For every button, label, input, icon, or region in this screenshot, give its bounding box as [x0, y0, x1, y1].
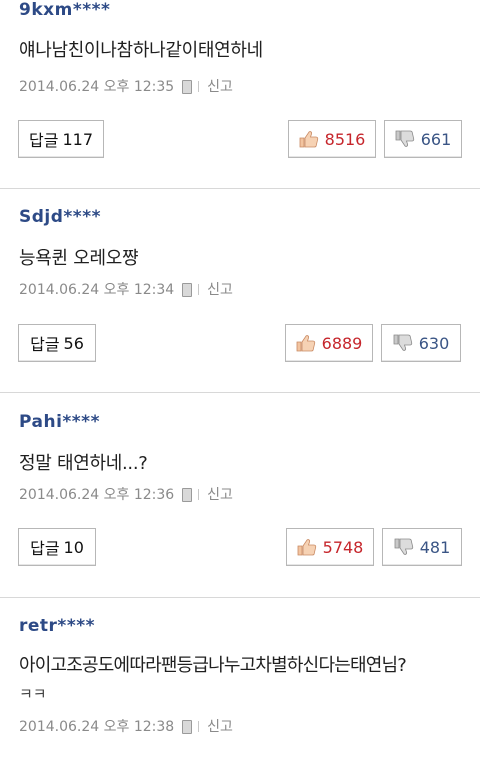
report-link[interactable]: 신고: [207, 76, 233, 96]
comment-body: 아이고조공도에따라팬등급나누고차별하신다는태연님?: [19, 655, 407, 676]
reply-label: 답글: [30, 539, 60, 558]
comment-divider: [0, 392, 480, 393]
reply-count: 10: [63, 537, 84, 557]
mobile-phone-icon: [182, 488, 193, 502]
comment-author[interactable]: Pahi****: [19, 412, 100, 432]
like-button[interactable]: 8516: [288, 120, 376, 158]
comment-date: 2014.06.24 오후 12:35: [19, 79, 175, 95]
comment-date: 2014.06.24 오후 12:38: [19, 719, 175, 735]
comment-divider: [0, 188, 480, 189]
thumbs-up-icon: [299, 131, 318, 148]
comment-author[interactable]: retr****: [19, 616, 95, 636]
like-button[interactable]: 5748: [286, 528, 374, 566]
thumbs-down-icon: [394, 538, 413, 555]
mobile-phone-icon: [182, 283, 193, 297]
dislike-button[interactable]: 630: [381, 324, 461, 362]
report-link[interactable]: 신고: [207, 279, 233, 299]
comment-body: 얘나남친이나참하나같이태연하네: [19, 40, 263, 61]
meta-divider: [198, 488, 200, 500]
like-count: 8516: [324, 129, 366, 149]
meta-divider: [198, 283, 200, 295]
report-link[interactable]: 신고: [207, 716, 233, 736]
reply-count: 56: [63, 333, 84, 353]
meta-divider: [198, 720, 200, 732]
comment-body-line-2: ㅋㅋ: [19, 685, 47, 703]
reply-label: 답글: [29, 131, 59, 150]
thumbs-down-icon: [393, 334, 412, 351]
comment-body: 정말 태연하네...?: [19, 453, 148, 474]
like-count: 6889: [321, 333, 363, 353]
comment-meta: 2014.06.24 오후 12:36 신고: [19, 484, 233, 504]
comment-author[interactable]: Sdjd****: [19, 207, 101, 227]
comment-date: 2014.06.24 오후 12:34: [19, 282, 175, 298]
comment-meta: 2014.06.24 오후 12:38 신고: [19, 716, 233, 736]
reply-button[interactable]: 답글 10: [18, 528, 96, 566]
mobile-phone-icon: [182, 80, 193, 94]
reply-button[interactable]: 답글 117: [18, 120, 104, 158]
thumbs-up-icon: [296, 335, 315, 352]
like-count: 5748: [322, 537, 364, 557]
report-link[interactable]: 신고: [207, 484, 233, 504]
thumbs-down-icon: [395, 130, 414, 147]
dislike-button[interactable]: 481: [382, 528, 462, 566]
comment-divider: [0, 597, 480, 598]
reply-count: 117: [62, 129, 93, 149]
comment-body: 능욕퀸 오레오쨩: [19, 248, 139, 269]
reply-label: 답글: [30, 335, 60, 354]
comment-date: 2014.06.24 오후 12:36: [19, 487, 175, 503]
comment-meta: 2014.06.24 오후 12:35 신고: [19, 76, 233, 96]
dislike-button[interactable]: 661: [384, 120, 462, 158]
dislike-count: 630: [418, 333, 450, 353]
comment-author[interactable]: 9kxm****: [19, 0, 110, 20]
reply-button[interactable]: 답글 56: [18, 324, 96, 362]
dislike-count: 481: [419, 537, 451, 557]
like-button[interactable]: 6889: [285, 324, 373, 362]
thumbs-up-icon: [297, 539, 316, 556]
meta-divider: [198, 80, 200, 92]
mobile-phone-icon: [182, 720, 193, 734]
dislike-count: 661: [420, 129, 452, 149]
comment-meta: 2014.06.24 오후 12:34 신고: [19, 279, 233, 299]
